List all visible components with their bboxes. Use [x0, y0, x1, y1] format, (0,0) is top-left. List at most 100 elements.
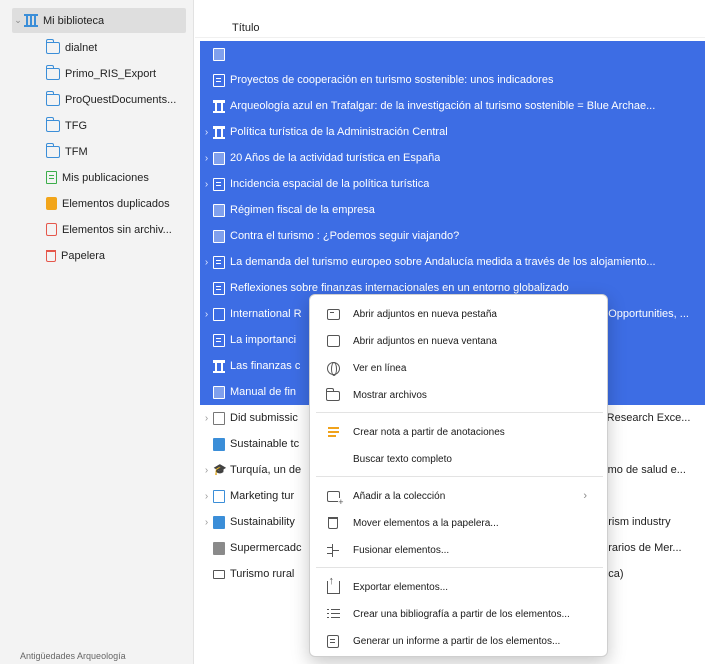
sidebar-item-label: Papelera [61, 249, 106, 262]
item-row[interactable]: › Incidencia espacial de la política turí… [200, 171, 705, 197]
menu-item-label: Crear nota a partir de anotaciones [353, 426, 505, 438]
item-row[interactable]: › Política turística de la Administración… [200, 119, 705, 145]
temple-icon [213, 359, 225, 373]
report-icon [213, 307, 225, 321]
document-icon [213, 333, 225, 347]
video-icon [213, 569, 225, 579]
add-collection-icon [325, 488, 344, 507]
menu-item-export-items[interactable]: Exportar elementos... [316, 574, 603, 600]
collections-pane: ⌄ Mi biblioteca dialnet Primo_RIS_Export… [0, 0, 194, 664]
sidebar-item-dialnet[interactable]: dialnet [0, 35, 194, 60]
item-row[interactable]: Régimen fiscal de la empresa [200, 197, 705, 223]
chevron-right-icon[interactable]: › [200, 127, 213, 138]
menu-item-label: Ver en línea [353, 362, 407, 374]
item-row[interactable]: Arqueología azul en Trafalgar: de la inv… [200, 93, 705, 119]
sidebar-item-label: Elementos sin archiv... [62, 223, 172, 236]
book-icon [213, 151, 225, 165]
item-title: Manual de fin [230, 386, 297, 398]
folder-icon [45, 90, 60, 106]
sidebar-item-tfg[interactable]: TFG [0, 113, 194, 138]
menu-item-move-to-trash[interactable]: Mover elementos a la papelera... [316, 510, 603, 536]
item-title-tail: 's Research Exce... [596, 412, 691, 424]
temple-icon [213, 99, 225, 113]
menu-separator [316, 412, 603, 413]
sidebar-item-primo-ris-export[interactable]: Primo_RIS_Export [0, 61, 194, 86]
temple-icon [213, 125, 225, 139]
menu-item-open-attachments-new-window[interactable]: Abrir adjuntos en nueva ventana [316, 328, 603, 354]
chevron-right-icon[interactable]: › [200, 257, 213, 268]
menu-item-generate-report[interactable]: Generar un informe a partir de los eleme… [316, 628, 603, 654]
sidebar-item-unfiled-items[interactable]: Elementos sin archiv... [0, 217, 194, 242]
unfiled-items-icon [46, 223, 57, 236]
menu-item-show-files[interactable]: Mostrar archivos [316, 382, 603, 408]
sidebar-item-my-library[interactable]: ⌄ Mi biblioteca [12, 8, 186, 33]
column-header-title[interactable]: Título [195, 0, 705, 38]
item-title: Proyectos de cooperación en turismo sost… [230, 74, 554, 86]
item-title: La demanda del turismo europeo sobre And… [230, 256, 656, 268]
item-title: International R [230, 308, 302, 320]
chevron-right-icon[interactable]: › [200, 413, 213, 424]
sidebar-item-label: Elementos duplicados [62, 197, 170, 210]
folder-icon [325, 387, 341, 403]
tag-selector[interactable]: Antigüedades Arqueología [0, 646, 194, 664]
chevron-right-icon[interactable]: › [200, 517, 213, 528]
chevron-right-icon[interactable]: › [200, 465, 213, 476]
item-title: Reflexiones sobre finanzas internacional… [230, 282, 569, 294]
context-menu: Abrir adjuntos en nueva pestaña Abrir ad… [309, 294, 608, 657]
sidebar-item-label: ProQuestDocuments... [65, 93, 177, 106]
chevron-right-icon[interactable]: › [200, 491, 213, 502]
document-icon [213, 177, 225, 191]
chevron-right-icon[interactable]: › [200, 153, 213, 164]
document-icon [213, 281, 225, 295]
sidebar-item-duplicate-items[interactable]: Elementos duplicados [0, 191, 194, 216]
my-publications-icon [46, 171, 57, 184]
sidebar-item-my-publications[interactable]: Mis publicaciones [0, 165, 194, 190]
merge-icon [325, 542, 341, 558]
menu-item-label: Abrir adjuntos en nueva ventana [353, 335, 497, 347]
item-row[interactable] [200, 41, 705, 67]
chevron-down-icon[interactable]: ⌄ [12, 15, 24, 26]
item-row[interactable]: › La demanda del turismo europeo sobre An… [200, 249, 705, 275]
book-icon [213, 229, 225, 243]
chevron-right-icon[interactable]: › [200, 309, 213, 320]
globe-icon [325, 360, 341, 376]
item-title: Las finanzas c [230, 360, 301, 372]
menu-item-view-online[interactable]: Ver en línea [316, 355, 603, 381]
menu-separator [316, 567, 603, 568]
menu-item-open-attachments-new-tab[interactable]: Abrir adjuntos en nueva pestaña [316, 301, 603, 327]
item-title: Régimen fiscal de la empresa [230, 204, 375, 216]
duplicate-items-icon [46, 197, 57, 210]
chevron-right-icon[interactable]: › [200, 179, 213, 190]
sidebar-item-label: dialnet [65, 41, 98, 54]
chevron-right-icon: › [583, 490, 587, 502]
menu-item-merge-items[interactable]: Fusionar elementos... [316, 537, 603, 563]
menu-item-find-full-text[interactable]: Buscar texto completo [316, 446, 603, 472]
report-icon [325, 633, 341, 649]
new-window-icon [325, 333, 341, 349]
item-title: Sustainable tc [230, 438, 300, 450]
menu-item-label: Abrir adjuntos en nueva pestaña [353, 308, 497, 320]
multi-document-icon [213, 489, 225, 503]
item-row[interactable]: › 20 Años de la actividad turística en Es… [200, 145, 705, 171]
item-row[interactable]: Proyectos de cooperación en turismo sost… [200, 67, 705, 93]
menu-item-label: Generar un informe a partir de los eleme… [353, 635, 561, 647]
item-title: Did submissic [230, 412, 298, 424]
menu-item-label: Crear una bibliografía a partir de los e… [353, 608, 570, 620]
folder-icon [45, 64, 60, 80]
menu-item-create-note-from-annotations[interactable]: Crear nota a partir de anotaciones [316, 419, 603, 445]
menu-item-create-bibliography[interactable]: Crear una bibliografía a partir de los e… [316, 601, 603, 627]
book-icon [213, 437, 225, 451]
menu-item-add-to-collection[interactable]: Añadir a la colección › [316, 483, 603, 509]
item-title: Política turística de la Administración … [230, 126, 448, 138]
sidebar-item-proquest-documents[interactable]: ProQuestDocuments... [0, 87, 194, 112]
item-row[interactable]: Contra el turismo : ¿Podemos seguir viaj… [200, 223, 705, 249]
menu-item-label: Mostrar archivos [353, 389, 427, 401]
menu-item-label: Buscar texto completo [353, 453, 452, 465]
sidebar-item-tfm[interactable]: TFM [0, 139, 194, 164]
sidebar-item-trash[interactable]: Papelera [0, 243, 194, 268]
item-title: Incidencia espacial de la política turís… [230, 178, 430, 190]
document-icon [213, 73, 225, 87]
export-icon [325, 575, 341, 595]
item-title: Contra el turismo : ¿Podemos seguir viaj… [230, 230, 460, 242]
document-icon [213, 255, 225, 269]
